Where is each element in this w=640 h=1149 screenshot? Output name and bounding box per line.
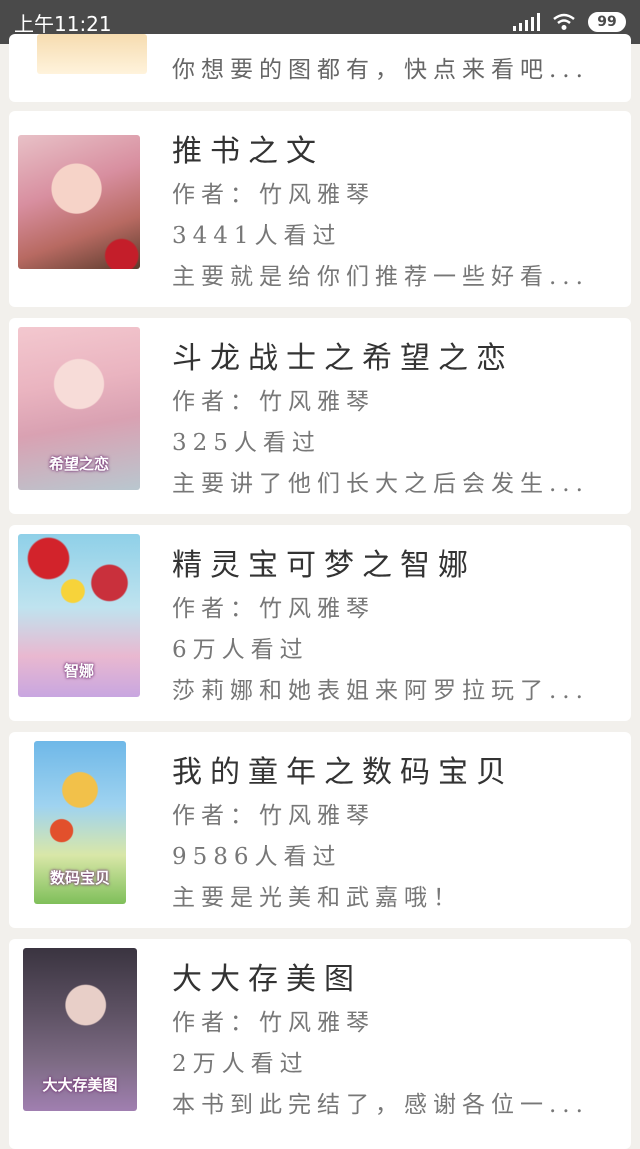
book-cover — [37, 34, 147, 74]
book-cover — [18, 135, 140, 269]
cover-title: 大大存美图 — [42, 1076, 118, 1094]
book-desc: 你想要的图都有，快点来看吧... — [172, 57, 589, 83]
book-title: 推书之文 — [172, 134, 324, 169]
book-card[interactable]: 数码宝贝 我的童年之数码宝贝 作者：竹风雅琴 9586人看过 主要是光美和武嘉哦… — [9, 732, 631, 928]
cover-title: 希望之恋 — [48, 455, 109, 473]
book-title: 斗龙战士之希望之恋 — [172, 341, 514, 376]
book-author: 作者：竹风雅琴 — [172, 1010, 375, 1036]
book-desc: 主要是光美和武嘉哦！ — [172, 885, 462, 911]
book-views: 2万人看过 — [172, 1051, 309, 1077]
book-desc: 主要讲了他们长大之后会发生... — [172, 471, 589, 497]
wifi-icon — [553, 13, 575, 30]
book-views: 6万人看过 — [172, 637, 309, 663]
book-card[interactable]: 大大存美图 大大存美图 作者：竹风雅琴 2万人看过 本书到此完结了，感谢各位一.… — [9, 939, 631, 1149]
book-card[interactable]: 希望之恋 斗龙战士之希望之恋 作者：竹风雅琴 325人看过 主要讲了他们长大之后… — [9, 318, 631, 514]
book-card[interactable]: 推书之文 作者：竹风雅琴 3441人看过 主要就是给你们推荐一些好看... — [9, 111, 631, 307]
book-title: 我的童年之数码宝贝 — [172, 755, 514, 790]
book-views: 9586人看过 — [172, 844, 342, 870]
signal-icon — [513, 13, 540, 31]
book-cover: 智娜 — [18, 534, 140, 697]
book-cover: 希望之恋 — [18, 327, 140, 490]
book-author: 作者：竹风雅琴 — [172, 389, 375, 415]
book-card[interactable]: 智娜 精灵宝可梦之智娜 作者：竹风雅琴 6万人看过 莎莉娜和她表姐来阿罗拉玩了.… — [9, 525, 631, 721]
cover-title: 智娜 — [63, 662, 94, 680]
book-title: 精灵宝可梦之智娜 — [172, 548, 476, 583]
book-cover: 大大存美图 — [23, 948, 137, 1111]
cover-title: 数码宝贝 — [49, 869, 110, 887]
book-desc: 莎莉娜和她表姐来阿罗拉玩了... — [172, 678, 589, 704]
battery-icon: 99 — [588, 12, 626, 32]
status-icons: 99 — [513, 12, 626, 32]
book-cover: 数码宝贝 — [34, 741, 126, 904]
book-author: 作者：竹风雅琴 — [172, 596, 375, 622]
book-views: 325人看过 — [172, 430, 321, 456]
book-desc: 主要就是给你们推荐一些好看... — [172, 264, 589, 290]
status-time: 上午11:21 — [14, 11, 112, 36]
battery-level: 99 — [597, 14, 617, 30]
book-author: 作者：竹风雅琴 — [172, 803, 375, 829]
book-author: 作者：竹风雅琴 — [172, 182, 375, 208]
book-desc: 本书到此完结了，感谢各位一... — [172, 1092, 589, 1118]
book-card-partial[interactable]: 你想要的图都有，快点来看吧... — [9, 34, 631, 102]
book-title: 大大存美图 — [172, 962, 362, 997]
book-views: 3441人看过 — [172, 223, 342, 249]
